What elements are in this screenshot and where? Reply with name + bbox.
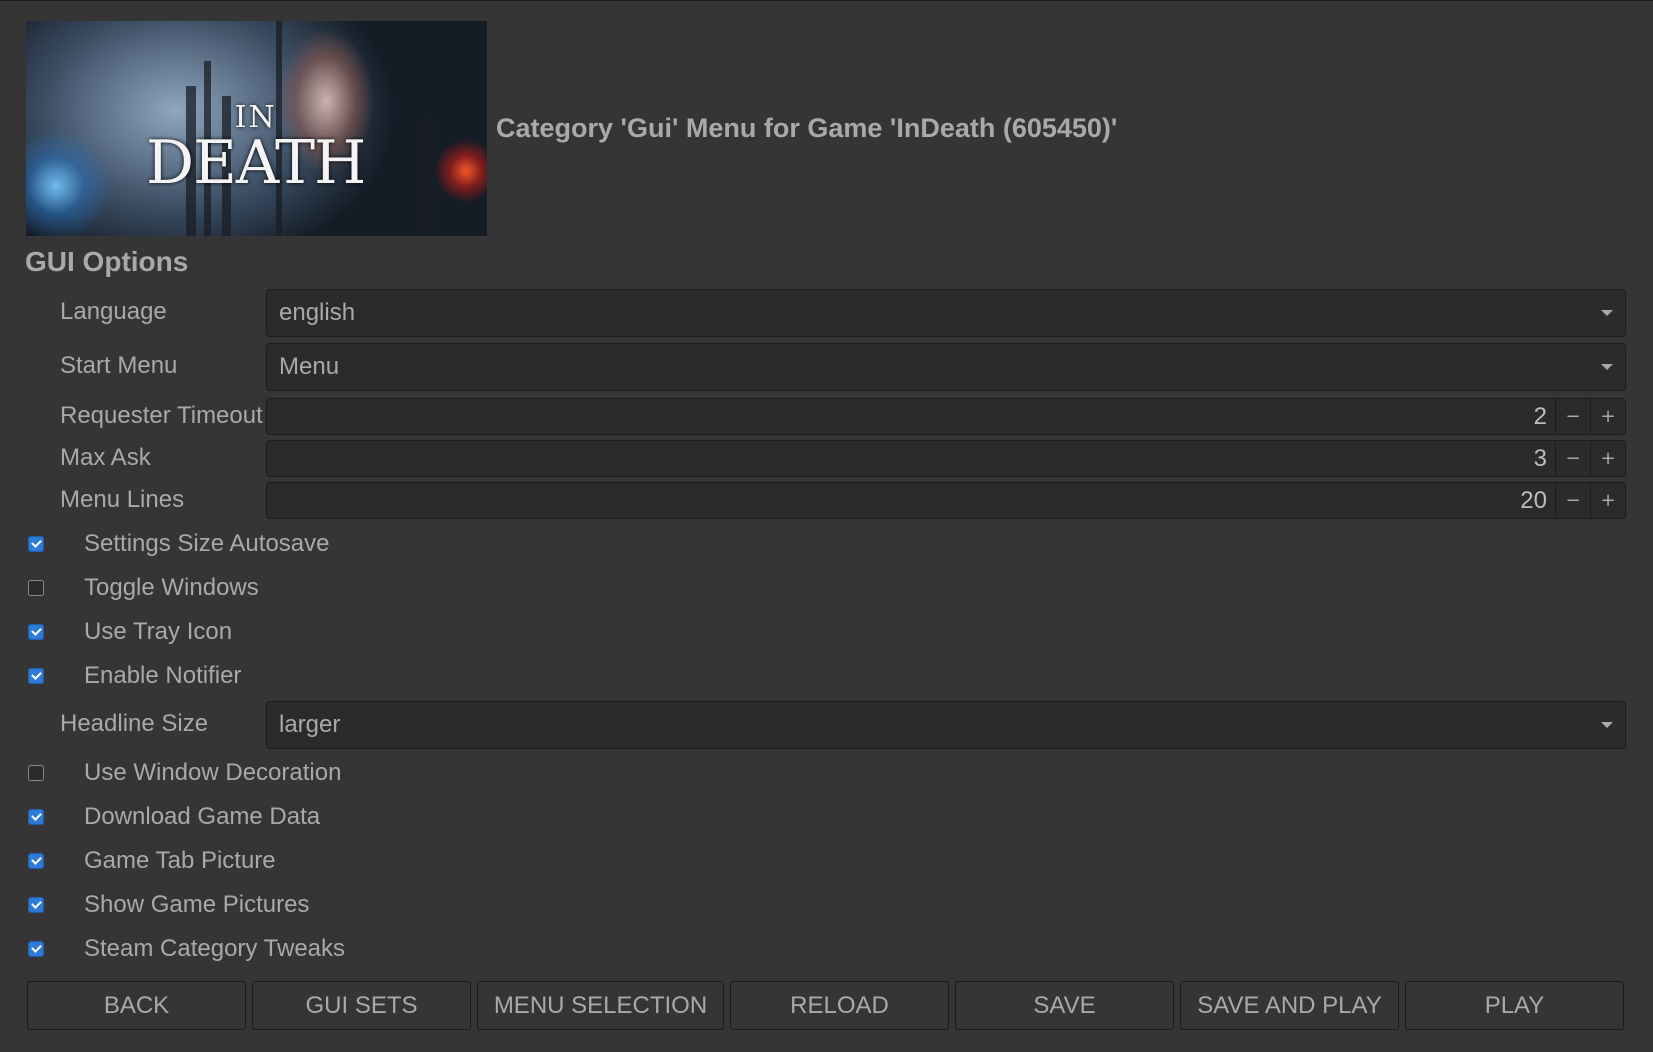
gui-options-window: IN DEATH Category 'Gui' Menu for Game 'I… xyxy=(0,0,1653,1052)
section-title: GUI Options xyxy=(25,246,189,277)
increment-button[interactable]: + xyxy=(1590,399,1625,434)
increment-button[interactable]: + xyxy=(1590,483,1625,518)
toggle-windows-row[interactable]: Toggle Windows xyxy=(28,574,259,602)
decrement-button[interactable]: − xyxy=(1555,483,1590,518)
requester-timeout-value[interactable]: 2 xyxy=(267,403,1555,431)
show-game-pictures-row[interactable]: Show Game Pictures xyxy=(28,891,309,919)
requester-timeout-label: Requester Timeout xyxy=(60,402,263,429)
toggle-windows-checkbox[interactable] xyxy=(28,580,44,596)
decrement-button[interactable]: − xyxy=(1555,399,1590,434)
headline-size-value: larger xyxy=(279,711,341,738)
enable-notifier-label: Enable Notifier xyxy=(84,662,242,689)
use-window-decoration-checkbox[interactable] xyxy=(28,765,44,781)
requester-timeout-spinbox[interactable]: 2 − + xyxy=(266,398,1626,435)
game-tab-picture-label: Game Tab Picture xyxy=(84,847,276,874)
toggle-windows-label: Toggle Windows xyxy=(84,574,259,601)
start-menu-label: Start Menu xyxy=(60,352,178,379)
play-button[interactable]: PLAY xyxy=(1405,981,1624,1030)
steam-category-tweaks-checkbox[interactable] xyxy=(28,941,44,957)
language-combo[interactable]: english xyxy=(266,289,1626,337)
chevron-down-icon xyxy=(1601,722,1613,728)
use-tray-icon-checkbox[interactable] xyxy=(28,624,44,640)
decrement-button[interactable]: − xyxy=(1555,441,1590,476)
enable-notifier-checkbox[interactable] xyxy=(28,668,44,684)
download-game-data-row[interactable]: Download Game Data xyxy=(28,803,320,831)
increment-button[interactable]: + xyxy=(1590,441,1625,476)
banner-logo: IN DEATH xyxy=(146,100,366,198)
menu-lines-spinbox[interactable]: 20 − + xyxy=(266,482,1626,519)
chevron-down-icon xyxy=(1601,364,1613,370)
use-window-decoration-row[interactable]: Use Window Decoration xyxy=(28,759,341,787)
download-game-data-label: Download Game Data xyxy=(84,803,321,830)
headline-size-label: Headline Size xyxy=(60,710,209,737)
settings-size-autosave-checkbox[interactable] xyxy=(28,536,44,552)
use-tray-icon-label: Use Tray Icon xyxy=(84,618,233,645)
settings-size-autosave-label: Settings Size Autosave xyxy=(84,530,330,557)
max-ask-spinbox[interactable]: 3 − + xyxy=(266,440,1626,477)
headline-size-combo[interactable]: larger xyxy=(266,701,1626,749)
reload-button[interactable]: RELOAD xyxy=(730,981,949,1030)
settings-size-autosave-row[interactable]: Settings Size Autosave xyxy=(28,530,329,558)
max-ask-value[interactable]: 3 xyxy=(267,445,1555,473)
start-menu-value: Menu xyxy=(279,353,340,380)
max-ask-label: Max Ask xyxy=(60,444,151,471)
menu-lines-value[interactable]: 20 xyxy=(267,487,1555,515)
start-menu-combo[interactable]: Menu xyxy=(266,343,1626,391)
use-tray-icon-row[interactable]: Use Tray Icon xyxy=(28,618,232,646)
page-title: Category 'Gui' Menu for Game 'InDeath (6… xyxy=(496,113,1118,143)
chevron-down-icon xyxy=(1601,310,1613,316)
game-banner-image: IN DEATH xyxy=(26,21,487,236)
back-button[interactable]: BACK xyxy=(27,981,246,1030)
language-value: english xyxy=(279,299,356,326)
download-game-data-checkbox[interactable] xyxy=(28,809,44,825)
header: IN DEATH Category 'Gui' Menu for Game 'I… xyxy=(26,21,1117,236)
game-tab-picture-row[interactable]: Game Tab Picture xyxy=(28,847,276,875)
gui-sets-button[interactable]: GUI SETS xyxy=(252,981,471,1030)
use-window-decoration-label: Use Window Decoration xyxy=(84,759,342,786)
language-label: Language xyxy=(60,298,167,325)
show-game-pictures-checkbox[interactable] xyxy=(28,897,44,913)
enable-notifier-row[interactable]: Enable Notifier xyxy=(28,662,241,690)
save-button[interactable]: SAVE xyxy=(955,981,1174,1030)
game-tab-picture-checkbox[interactable] xyxy=(28,853,44,869)
menu-selection-button[interactable]: MENU SELECTION xyxy=(477,981,724,1030)
show-game-pictures-label: Show Game Pictures xyxy=(84,891,310,918)
menu-lines-label: Menu Lines xyxy=(60,486,185,513)
save-and-play-button[interactable]: SAVE AND PLAY xyxy=(1180,981,1399,1030)
steam-category-tweaks-label: Steam Category Tweaks xyxy=(84,935,346,962)
steam-category-tweaks-row[interactable]: Steam Category Tweaks xyxy=(28,935,345,963)
